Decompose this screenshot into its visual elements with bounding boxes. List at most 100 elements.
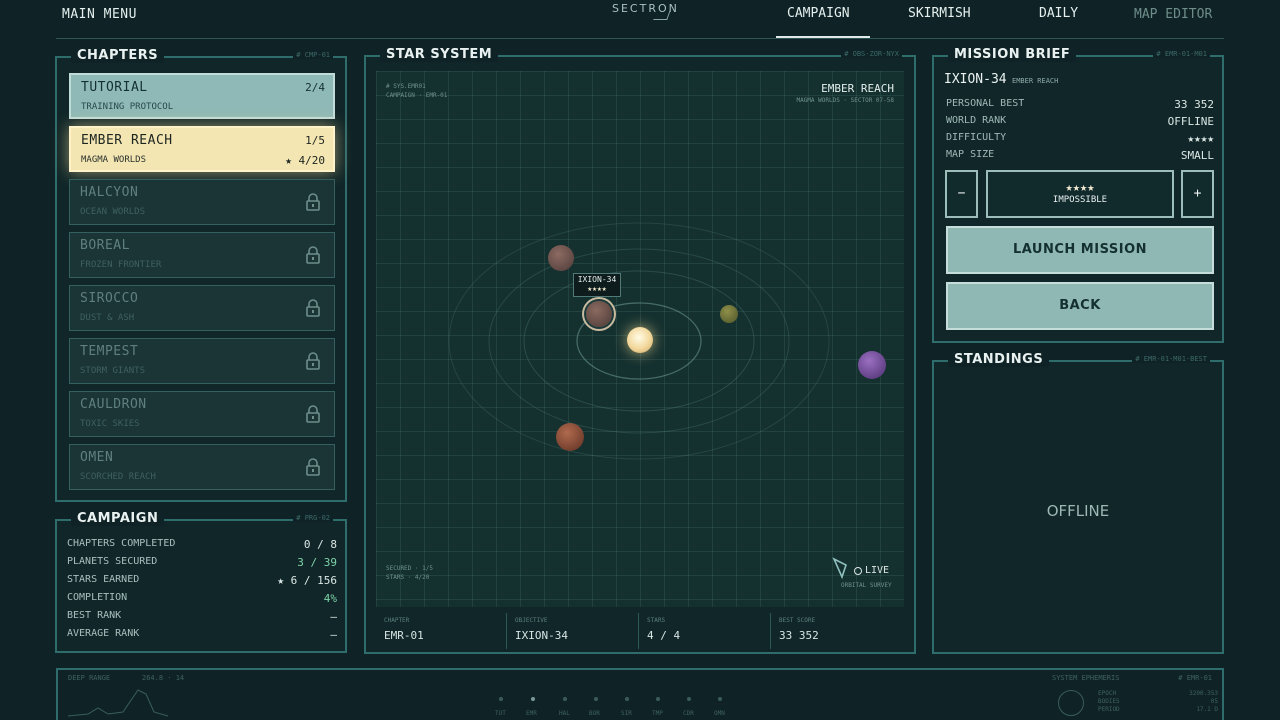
brief-difficulty: DIFFICULTY ★★★★: [946, 132, 1214, 148]
map-stars: STARS · 4/20: [386, 574, 430, 581]
chapter-subtitle: DUST & ASH: [80, 313, 135, 323]
chapter-sirocco[interactable]: SIROCCO DUST & ASH: [69, 285, 335, 331]
footer-key: OBJECTIVE: [515, 617, 548, 624]
node-dot[interactable]: [499, 697, 503, 701]
mission-brief-title: MISSION BRIEF: [948, 47, 1077, 62]
chapter-cauldron[interactable]: CAULDRON TOXIC SKIES: [69, 391, 335, 437]
difficulty-label: IMPOSSIBLE: [1052, 195, 1108, 205]
ephemeris-key: BODIES: [1098, 698, 1120, 705]
chapter-ember-reach[interactable]: EMBER REACH MAGMA WORLDS 1/5 ★ 4/20: [69, 126, 335, 172]
chapter-halcyon[interactable]: HALCYON OCEAN WORLDS: [69, 179, 335, 225]
brief-value: 33 352: [1174, 98, 1214, 111]
footer-value: 33 352: [779, 629, 819, 642]
chapters-panel: CHAPTERS # CMP-01 TUTORIAL TRAINING PROT…: [55, 48, 347, 502]
mission-planet-name: IXION-34: [944, 72, 1007, 87]
node-dot[interactable]: [625, 697, 629, 701]
stat-label: CHAPTERS COMPLETED: [67, 538, 176, 549]
planet-green[interactable]: [720, 305, 738, 323]
campaign-panel: CAMPAIGN # PRG-02 CHAPTERS COMPLETED 0 /…: [55, 511, 347, 653]
ephemeris-value: 17.1 D: [1196, 706, 1218, 713]
node-label: SIR: [621, 710, 632, 717]
node-dot[interactable]: [656, 697, 660, 701]
brief-value: SMALL: [1180, 149, 1214, 162]
campaign-code: # PRG-02: [293, 514, 333, 522]
brief-label: PERSONAL BEST: [946, 98, 1025, 109]
chapters-title: CHAPTERS: [71, 48, 165, 63]
chapter-name: CAULDRON: [80, 397, 147, 412]
stat-label: PLANETS SECURED: [67, 556, 158, 567]
node-dot[interactable]: [594, 697, 598, 701]
chapter-subtitle: TRAINING PROTOCOL: [81, 102, 174, 112]
brief-world-rank: WORLD RANK OFFLINE: [946, 115, 1214, 131]
brief-value: ★★★★: [1187, 132, 1215, 145]
brief-personal-best: PERSONAL BEST 33 352: [946, 98, 1214, 114]
tab-daily[interactable]: DAILY: [1039, 6, 1078, 21]
ephemeris-row: EPOCH 3200.353: [1098, 690, 1218, 697]
chapter-name: OMEN: [80, 450, 114, 465]
planet-violet[interactable]: [858, 351, 886, 379]
ephemeris-row: PERIOD 17.1 D: [1098, 706, 1218, 713]
tab-skirmish[interactable]: SKIRMISH: [908, 6, 971, 21]
chapter-subtitle: MAGMA WORLDS: [81, 155, 147, 165]
launch-mission-button[interactable]: LAUNCH MISSION: [946, 226, 1214, 274]
node-dot[interactable]: [531, 697, 535, 701]
ephemeris-label: SYSTEM EPHEMERIS: [1052, 674, 1120, 682]
stat-value: 3 / 39: [297, 556, 337, 569]
tooltip-planet-name: IXION-34: [577, 275, 617, 284]
node-label: EMR: [526, 710, 537, 717]
chapter-subtitle: FROZEN FRONTIER: [80, 260, 162, 270]
ephemeris-row: BODIES 05: [1098, 698, 1218, 705]
chapter-name: HALCYON: [80, 185, 139, 200]
logo-swoosh: [653, 10, 671, 20]
tab-map-editor[interactable]: MAP EDITOR: [1134, 7, 1212, 22]
difficulty-increase-button[interactable]: +: [1181, 170, 1214, 218]
lock-icon: [306, 352, 320, 370]
standings-title: STANDINGS: [948, 352, 1050, 367]
chapter-boreal[interactable]: BOREAL FROZEN FRONTIER: [69, 232, 335, 278]
chapter-omen[interactable]: OMEN SCORCHED REACH: [69, 444, 335, 490]
planet-red[interactable]: [556, 423, 584, 451]
live-sub: ORBITAL SURVEY: [841, 582, 892, 589]
tab-campaign[interactable]: CAMPAIGN: [787, 6, 850, 21]
chapter-subtitle: SCORCHED REACH: [80, 472, 156, 482]
stat-value: 0 / 8: [303, 538, 337, 551]
stat-value: 4%: [323, 592, 337, 605]
stat-label: STARS EARNED: [67, 574, 140, 585]
chapter-progress: 2/4: [305, 81, 325, 94]
stat-stars-earned: STARS EARNED ★ 6 / 156: [67, 574, 337, 590]
footer-chapter: CHAPTER EMR-01: [376, 613, 506, 649]
stat-chapters-completed: CHAPTERS COMPLETED 0 / 8: [67, 538, 337, 554]
stat-label: AVERAGE RANK: [67, 628, 140, 639]
chapter-name: EMBER REACH: [81, 133, 173, 148]
chapter-tutorial[interactable]: TUTORIAL TRAINING PROTOCOL 2/4: [69, 73, 335, 119]
standings-panel: STANDINGS # EMR-01-M01-BEST OFFLINE: [932, 352, 1224, 654]
planet-top[interactable]: [548, 245, 574, 271]
chapter-tempest[interactable]: TEMPEST STORM GIANTS: [69, 338, 335, 384]
chapter-subtitle: STORM GIANTS: [80, 366, 146, 376]
difficulty-decrease-button[interactable]: −: [945, 170, 978, 218]
stat-best-rank: BEST RANK —: [67, 610, 337, 626]
difficulty-selector[interactable]: ★★★★ IMPOSSIBLE: [986, 170, 1174, 218]
standings-code: # EMR-01-M01-BEST: [1132, 355, 1210, 363]
stat-label: BEST RANK: [67, 610, 122, 621]
planet-tooltip: IXION-34 ★★★★: [573, 273, 621, 297]
stat-planets-secured: PLANETS SECURED 3 / 39: [67, 556, 337, 572]
main-menu-link[interactable]: MAIN MENU: [62, 7, 137, 22]
star-map[interactable]: # SYS.EMR01 CAMPAIGN · EMR-01 EMBER REAC…: [376, 71, 904, 607]
footer-best-score: BEST SCORE 33 352: [770, 613, 904, 649]
brief-value: OFFLINE: [1167, 115, 1214, 128]
footer-value: IXION-34: [515, 629, 568, 642]
planet-ixion-34[interactable]: [586, 301, 612, 327]
ephemeris-code: # EMR-01: [1178, 674, 1212, 682]
node-dot[interactable]: [687, 697, 691, 701]
node-dot[interactable]: [718, 697, 722, 701]
stat-value: ★ 6 / 156: [277, 574, 337, 587]
lock-icon: [306, 405, 320, 423]
back-button[interactable]: BACK: [946, 282, 1214, 330]
node-dot[interactable]: [563, 697, 567, 701]
lock-icon: [306, 193, 320, 211]
sun: [627, 327, 653, 353]
stat-value: —: [330, 610, 337, 623]
stat-average-rank: AVERAGE RANK —: [67, 628, 337, 644]
top-rule: [56, 38, 1224, 39]
